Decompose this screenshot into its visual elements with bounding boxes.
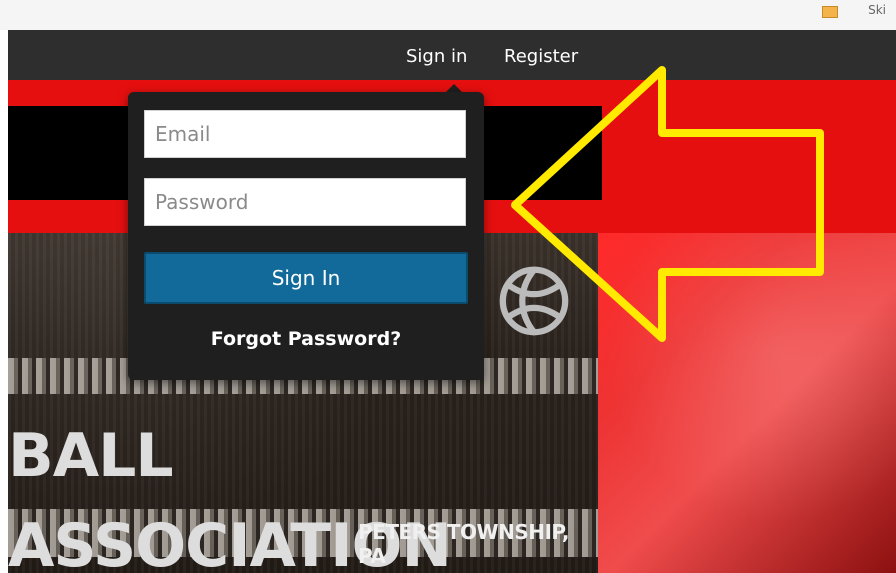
top-navbar: Sign in Register (8, 30, 896, 80)
hero-subtitle: PETERS TOWNSHIP, PA (358, 520, 570, 568)
hero-right-panel (598, 233, 896, 573)
bookmark-icon[interactable] (822, 6, 838, 18)
corner-text: Ski (868, 3, 886, 17)
forgot-password-link[interactable]: Forgot Password? (128, 328, 484, 350)
password-field[interactable] (144, 178, 466, 226)
login-popover: Sign In Forgot Password? (128, 92, 484, 380)
email-field[interactable] (144, 110, 466, 158)
basketball-icon (499, 266, 569, 336)
nav-register-link[interactable]: Register (504, 46, 578, 67)
hero-title: BALL ASSOCIATION (8, 421, 452, 573)
signin-button[interactable]: Sign In (144, 252, 468, 304)
nav-signin-link[interactable]: Sign in (406, 46, 467, 67)
browser-top-strip: Ski (0, 0, 896, 30)
login-popover-caret (446, 84, 462, 92)
hero-right-glow (598, 233, 896, 573)
